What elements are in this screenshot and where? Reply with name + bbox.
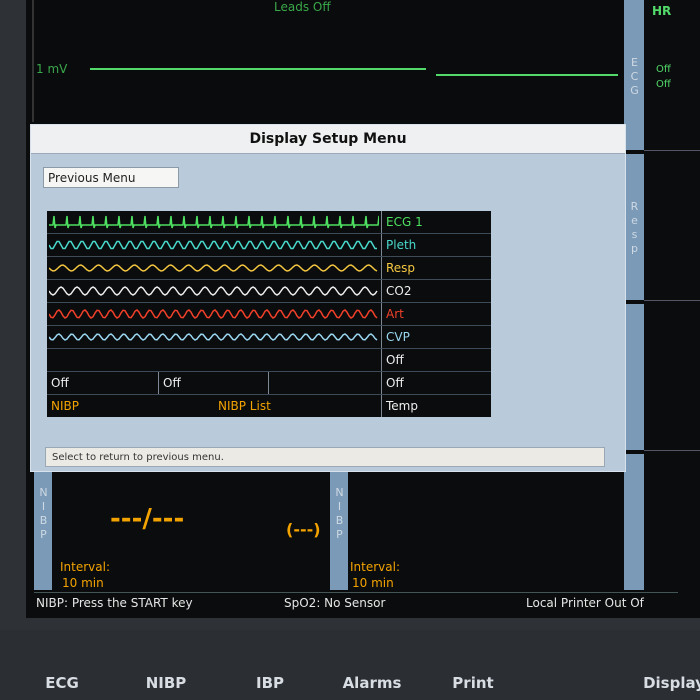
nibp-pane-left: NIBP ---/--- (---) Interval: 10 min xyxy=(34,470,328,590)
wave-row-pleth[interactable]: Pleth xyxy=(47,234,491,257)
menu-title: Display Setup Menu xyxy=(249,131,407,147)
nibp-pane-right: NIBP Interval: 10 min xyxy=(330,470,616,590)
wave-label-row8[interactable]: Off xyxy=(381,372,491,394)
nibp-pressure-value: ---/--- xyxy=(110,504,185,534)
menu-help-text: Select to return to previous menu. xyxy=(45,447,605,467)
wave-row-7[interactable]: Off xyxy=(47,349,491,372)
ecg-alarm-off-1: Off xyxy=(656,64,671,75)
wave-label-resp: Resp xyxy=(381,257,491,279)
resp-strip-label: Resp xyxy=(628,200,641,256)
row9-nibp-cell[interactable]: NIBP xyxy=(47,395,214,417)
scale-label: 1 mV xyxy=(36,62,68,76)
ecg-waveform-preview xyxy=(49,215,379,229)
wave-label-co2: CO2 xyxy=(381,280,491,302)
display-key[interactable]: Display xyxy=(634,674,700,692)
waveform-selection-table: ECG 1 Pleth Resp CO2 Art CVP Off Off Off… xyxy=(47,211,491,417)
wave-row-cvp[interactable]: CVP xyxy=(47,326,491,349)
ecg-flatline-segment-1 xyxy=(90,68,426,70)
hr-label: HR xyxy=(652,4,672,18)
divider xyxy=(644,150,700,151)
nibp-interval-label: Interval: xyxy=(60,560,110,574)
divider xyxy=(644,450,700,451)
wave-label-row7: Off xyxy=(381,349,491,371)
leads-off-message: Leads Off xyxy=(274,0,331,14)
status-spo2-message: SpO2: No Sensor xyxy=(284,596,386,610)
nibp-interval-value: 10 min xyxy=(62,576,104,590)
nibp-mean-value: (---) xyxy=(286,520,321,539)
wave-row-9: NIBP NIBP List Temp xyxy=(47,395,491,417)
wave-label-art: Art xyxy=(381,303,491,325)
parameter-strip-3[interactable] xyxy=(624,304,644,450)
ecg-strip-label: ECG xyxy=(628,56,641,98)
wave-row-co2[interactable]: CO2 xyxy=(47,280,491,303)
resp-parameter-strip[interactable]: Resp xyxy=(624,154,644,300)
ecg-waveform-area: Leads Off 1 mV xyxy=(28,0,624,122)
nibp-key[interactable]: NIBP xyxy=(126,674,206,692)
wave-label-temp[interactable]: Temp xyxy=(381,395,491,417)
previous-menu-button[interactable]: Previous Menu xyxy=(43,167,179,188)
ecg-parameter-strip[interactable]: ECG xyxy=(624,0,644,150)
monitor-screen: Leads Off 1 mV ECG Resp HR Off Off NIBP … xyxy=(26,0,700,618)
nibp-strip-right[interactable]: NIBP xyxy=(330,470,348,590)
wave-row-art[interactable]: Art xyxy=(47,303,491,326)
menu-title-bar: Display Setup Menu xyxy=(31,125,625,154)
nibp-interval-value-right: 10 min xyxy=(352,576,394,590)
ecg-alarm-off-2: Off xyxy=(656,79,671,90)
nibp-strip-label-left: NIBP xyxy=(37,486,50,542)
row8-cell-3[interactable] xyxy=(269,372,381,394)
wave-row-resp[interactable]: Resp xyxy=(47,257,491,280)
ibp-key[interactable]: IBP xyxy=(230,674,310,692)
alarms-key[interactable]: Alarms xyxy=(332,674,412,692)
display-setup-menu: Display Setup Menu Previous Menu ECG 1 P… xyxy=(30,124,626,472)
ecg-flatline-segment-2 xyxy=(436,74,618,76)
row9-nibp-list-cell[interactable]: NIBP List xyxy=(214,395,381,417)
ecg-key[interactable]: ECG xyxy=(22,674,102,692)
wave-label-ecg1: ECG 1 xyxy=(381,211,491,233)
row8-cell-1[interactable]: Off xyxy=(47,372,159,394)
nibp-interval-label-right: Interval: xyxy=(350,560,400,574)
row8-cell-2[interactable]: Off xyxy=(159,372,269,394)
print-key[interactable]: Print xyxy=(433,674,513,692)
hardware-key-row: ECG NIBP IBP Alarms Print Display xyxy=(0,630,700,700)
wave-label-pleth: Pleth xyxy=(381,234,491,256)
ecg-area-border xyxy=(32,0,34,122)
nibp-strip-label-right: NIBP xyxy=(333,486,346,542)
co2-waveform-preview xyxy=(49,286,378,296)
parameter-strip-4[interactable] xyxy=(624,454,644,590)
cvp-waveform-preview xyxy=(49,333,378,341)
nibp-strip-left[interactable]: NIBP xyxy=(34,470,52,590)
resp-waveform-preview xyxy=(49,264,378,272)
status-bar: NIBP: Press the START key SpO2: No Senso… xyxy=(34,592,678,618)
wave-row-8: Off Off Off xyxy=(47,372,491,395)
status-nibp-message: NIBP: Press the START key xyxy=(36,596,193,610)
monitor-bezel: Leads Off 1 mV ECG Resp HR Off Off NIBP … xyxy=(0,0,700,700)
wave-label-cvp: CVP xyxy=(381,326,491,348)
pleth-waveform-preview xyxy=(49,240,377,250)
art-waveform-preview xyxy=(49,309,378,319)
divider xyxy=(644,300,700,301)
status-printer-message: Local Printer Out Of Paper xyxy=(526,596,644,618)
wave-row-ecg1[interactable]: ECG 1 xyxy=(47,211,491,234)
right-parameter-column: ECG Resp xyxy=(624,0,700,618)
